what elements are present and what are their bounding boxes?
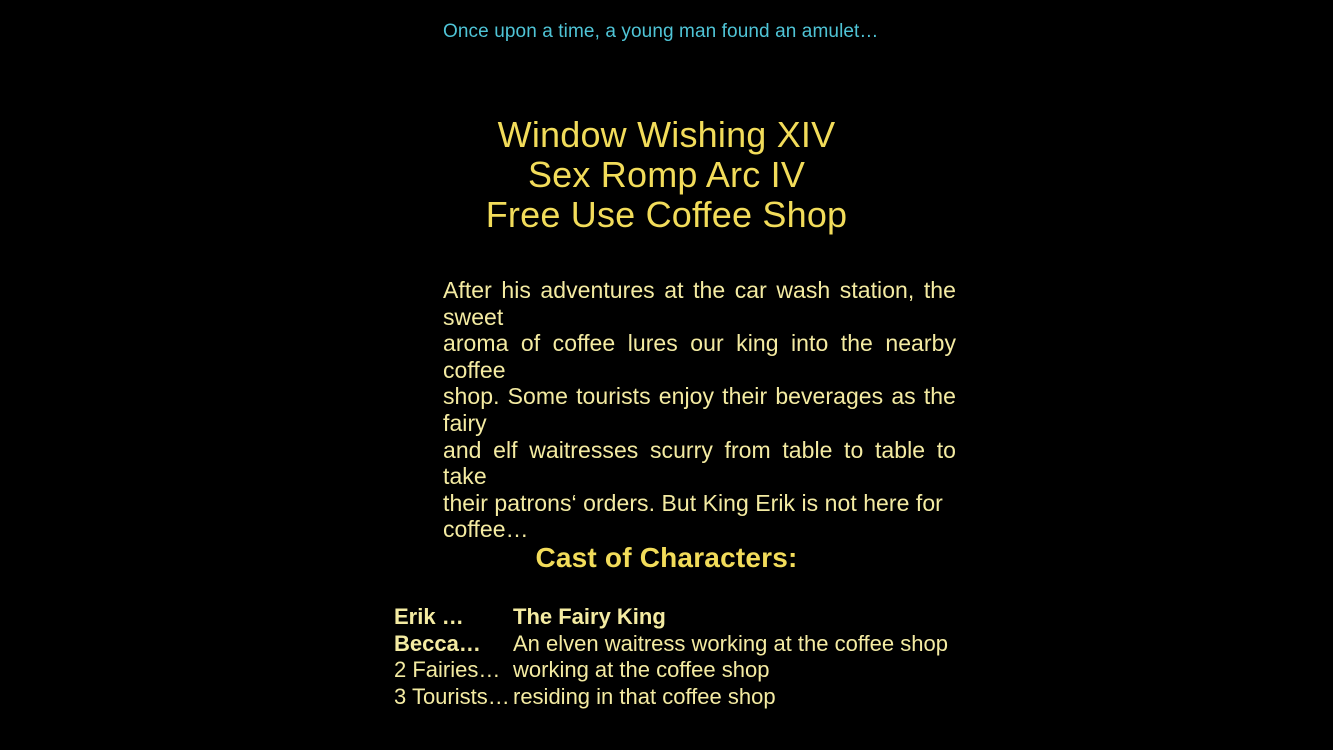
cast-description: The Fairy King [513, 604, 666, 629]
title-block: Window Wishing XIV Sex Romp Arc IV Free … [0, 115, 1333, 235]
cast-name: 2 Fairies… [394, 657, 501, 683]
title-line-3: Free Use Coffee Shop [485, 194, 848, 235]
cast-description: An elven waitress working at the coffee … [513, 630, 948, 656]
cast-row: 2 Fairies… working at the coffee shop [394, 657, 948, 684]
cast-list: Erik … The Fairy King Becca… An elven waitr… [394, 604, 948, 710]
synopsis-line-4: and elf waitresses scurry from table to … [443, 436, 956, 490]
cast-name: Becca… [394, 630, 481, 656]
cast-description: working at the coffee shop [513, 657, 770, 683]
cast-name: 3 Tourists… [394, 683, 510, 709]
synopsis-line-6: coffee… [443, 516, 529, 543]
synopsis-line-1: After his adventures at the car wash sta… [443, 277, 956, 330]
title-line-2: Sex Romp Arc IV [527, 154, 806, 195]
synopsis-line-3: shop. Some tourists enjoy their beverage… [443, 383, 956, 436]
tagline-text: Once upon a time, a young man found an a… [443, 21, 879, 42]
cast-heading: Cast of Characters: [535, 542, 798, 573]
synopsis-line-2: aroma of coffee lures our king into the … [443, 330, 956, 383]
synopsis-paragraph: After his adventures at the car wash sta… [443, 277, 956, 543]
synopsis-line-5: their patrons‘ orders. But King Erik is … [443, 489, 943, 516]
cast-name: Erik … [394, 604, 464, 629]
cast-row: 3 Tourists… residing in that coffee shop [394, 684, 948, 711]
cast-row: Becca… An elven waitress working at the c… [394, 631, 948, 658]
cast-description: residing in that coffee shop [513, 683, 776, 709]
cast-row: Erik … The Fairy King [394, 604, 948, 631]
title-line-1: Window Wishing XIV [497, 114, 836, 155]
